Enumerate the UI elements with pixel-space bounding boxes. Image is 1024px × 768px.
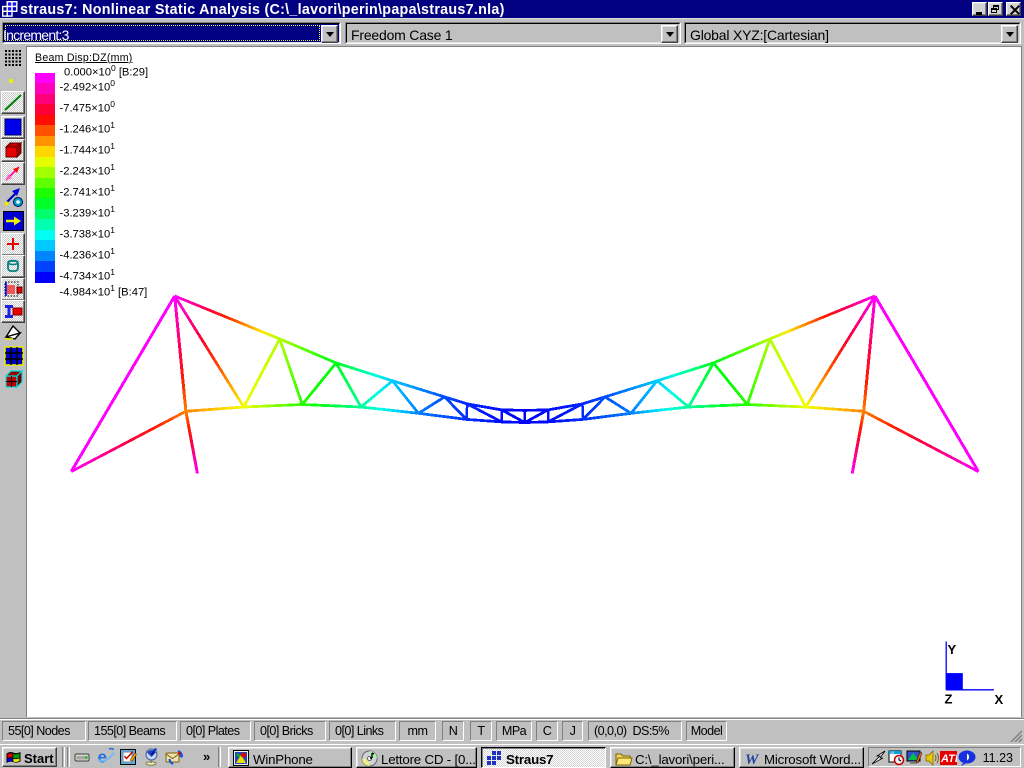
svg-text:18: 18 — [890, 751, 894, 755]
svg-text:e: e — [98, 748, 107, 767]
svg-text:ATI: ATI — [940, 753, 957, 765]
svg-text:X: X — [995, 692, 1004, 707]
svg-text:W: W — [745, 752, 760, 767]
svg-text:Y: Y — [948, 642, 957, 657]
svg-text:Z: Z — [945, 692, 953, 707]
